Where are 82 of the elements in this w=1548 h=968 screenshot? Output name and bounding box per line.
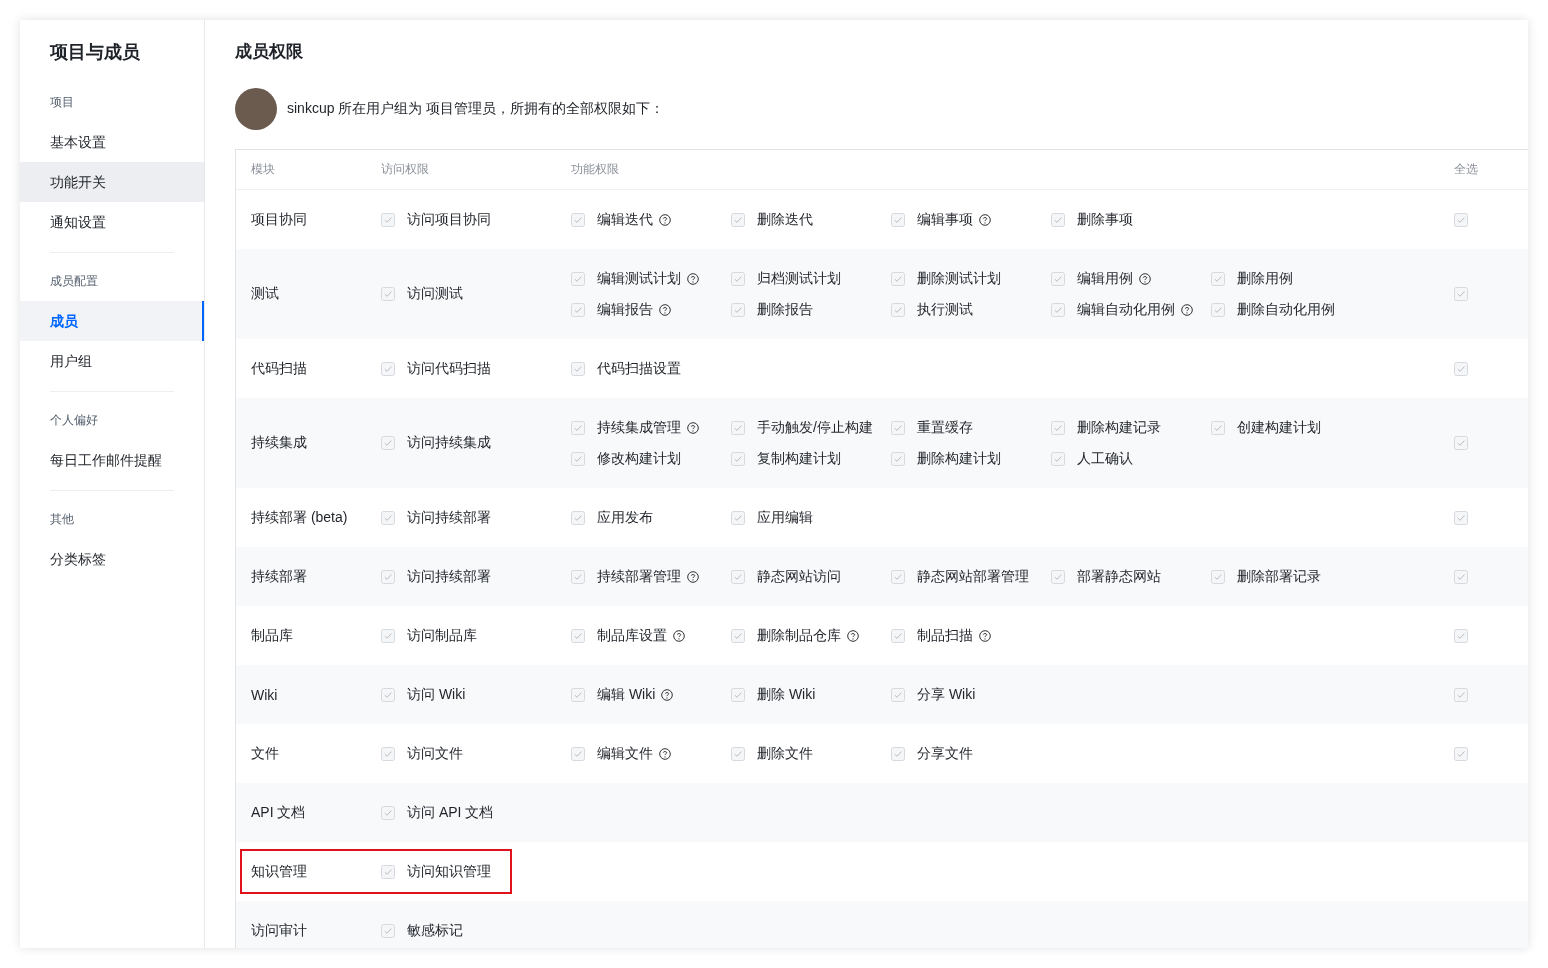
sidebar-item[interactable]: 通知设置 [20,202,204,242]
permission-label: 访问代码扫描 [407,359,491,378]
permission-label: 删除测试计划 [917,269,1001,288]
module-name: 制品库 [250,625,294,645]
permission-label: 编辑迭代 [597,210,653,229]
permission-label: 删除文件 [757,744,813,763]
module-name: 项目协同 [250,209,308,229]
permission-label: 删除 Wiki [757,685,816,704]
sidebar-group-label: 成员配置 [49,273,99,289]
permission-label: 归档测试计划 [757,269,841,288]
permission-label: 删除制品仓库 [757,626,841,645]
module-name: 持续部署 (beta) [250,507,349,527]
permission-label: 分享 Wiki [917,685,976,704]
permission-label: 删除构建记录 [1077,418,1161,437]
module-name: 文件 [250,743,280,763]
permission-label: 持续集成管理 [597,418,681,437]
permission-label: 分享文件 [917,744,973,763]
sidebar-item[interactable]: 成员 [20,301,204,341]
module-name: 代码扫描 [250,358,308,378]
permission-label: 删除部署记录 [1237,567,1321,586]
sidebar-title: 项目与成员 [48,41,141,64]
sidebar-item[interactable]: 每日工作邮件提醒 [20,440,204,480]
permission-label: 访问文件 [407,744,463,763]
permission-label: 访问 Wiki [407,685,466,704]
permission-label: 部署静态网站 [1077,567,1161,586]
permission-label: 编辑 Wiki [597,685,656,704]
column-header: 功能权限 [570,161,620,178]
sidebar-group-label: 项目 [49,94,75,110]
permission-label: 编辑文件 [597,744,653,763]
permission-label: 制品扫描 [917,626,973,645]
permission-label: 编辑事项 [917,210,973,229]
sidebar-item[interactable]: 基本设置 [20,122,204,162]
permission-label: 访问测试 [407,285,463,303]
permission-label: 编辑用例 [1077,269,1133,288]
module-name: 持续集成 [250,433,308,452]
permission-label: 静态网站部署管理 [917,567,1029,586]
column-header: 访问权限 [380,161,430,178]
permission-label: 代码扫描设置 [597,359,681,378]
sidebar-item[interactable]: 用户组 [20,341,204,381]
permission-label: 复制构建计划 [757,449,841,468]
module-name: 知识管理 [250,861,308,881]
permission-label: 手动触发/停止构建 [757,418,873,437]
permission-label: 访问持续部署 [407,567,491,586]
permission-label: 访问知识管理 [407,862,491,881]
permission-label: 编辑自动化用例 [1077,300,1175,319]
permission-label: 静态网站访问 [757,567,841,586]
permission-label: 制品库设置 [597,626,667,645]
permission-label: 修改构建计划 [597,449,681,468]
permission-label: 人工确认 [1077,449,1133,468]
permission-label: 删除自动化用例 [1237,300,1335,319]
module-name: 测试 [250,284,280,303]
permission-label: 重置缓存 [917,418,973,437]
column-header: 全选 [1453,161,1479,178]
permission-label: 删除迭代 [757,210,813,229]
permission-label: 访问制品库 [407,626,477,645]
column-header: 模块 [250,161,276,178]
permission-label: 访问项目协同 [407,210,491,229]
module-name: Wiki [250,685,279,705]
module-name: 访问审计 [250,920,308,940]
permission-label: 应用编辑 [757,508,813,527]
permission-label: 编辑测试计划 [597,269,681,288]
permission-label: 删除报告 [757,300,813,319]
permission-label: 持续部署管理 [597,567,681,586]
permission-label: 访问 API 文档 [407,803,494,822]
sidebar-item[interactable]: 分类标签 [20,539,204,579]
permission-label: 访问持续部署 [407,508,491,527]
page-title: 成员权限 [235,41,304,63]
permission-label: 创建构建计划 [1237,418,1321,437]
permission-label: 编辑报告 [597,300,653,319]
permission-label: 删除事项 [1077,210,1133,229]
sidebar-item[interactable]: 功能开关 [20,162,204,202]
module-name: 持续部署 [250,566,308,586]
permission-summary: sinkcup 所在用户组为 项目管理员，所拥有的全部权限如下： [287,100,665,118]
permission-label: 执行测试 [917,300,973,319]
sidebar-group-label: 其他 [49,511,75,527]
permission-label: 删除构建计划 [917,449,1001,468]
permission-label: 访问持续集成 [407,434,491,452]
permission-label: 敏感标记 [407,921,463,940]
permission-label: 删除用例 [1237,269,1293,288]
sidebar-group-label: 个人偏好 [49,412,99,428]
module-name: API 文档 [250,802,307,822]
permission-label: 应用发布 [597,508,653,527]
